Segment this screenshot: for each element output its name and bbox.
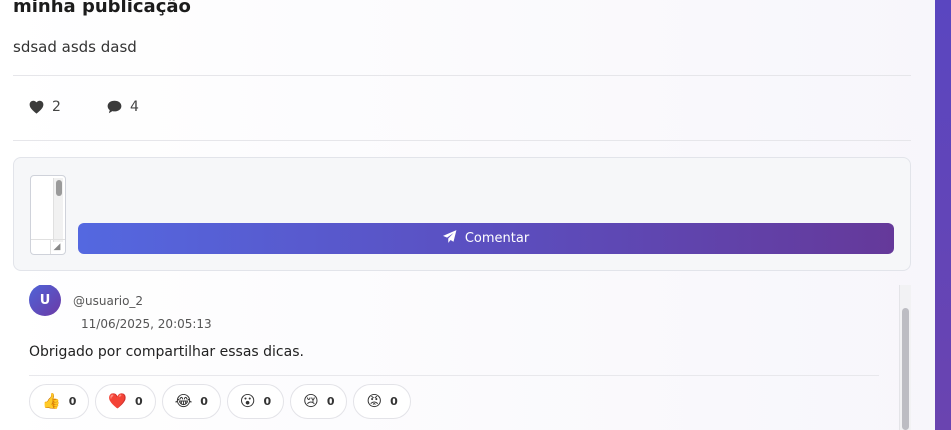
- red-heart-icon: ❤️: [108, 392, 128, 410]
- comment-textarea[interactable]: ◢: [30, 175, 66, 255]
- like-count: 2: [52, 99, 61, 115]
- submit-comment-label: Comentar: [464, 231, 530, 246]
- side-accent-bar: [935, 0, 951, 430]
- textarea-scroll-thumb[interactable]: [56, 180, 62, 196]
- comment-list-scroll-thumb[interactable]: [902, 308, 909, 430]
- reaction-wow-button[interactable]: 😮 0: [226, 384, 285, 419]
- reaction-count: 0: [68, 395, 77, 408]
- reaction-count: 0: [200, 395, 208, 408]
- comment-count: 4: [130, 99, 139, 115]
- resize-handle-icon[interactable]: ◢: [50, 241, 64, 253]
- reaction-angry-button[interactable]: 😡 0: [353, 384, 411, 419]
- thumbs-up-icon: 👍: [42, 392, 61, 410]
- reaction-count: 0: [326, 395, 335, 408]
- reaction-bar: 👍 0 ❤️ 0 😂 0 😮 0 😢 0 😡 0: [29, 384, 411, 419]
- textarea-border-line: [31, 239, 65, 240]
- reaction-laugh-button[interactable]: 😂 0: [161, 384, 221, 419]
- post-detail-page: minha publicação sdsad asds dasd 2 4 ◢ C…: [0, 0, 951, 430]
- reaction-count: 0: [135, 395, 143, 408]
- reaction-love-button[interactable]: ❤️ 0: [95, 384, 156, 419]
- comment-username[interactable]: @usuario_2: [73, 294, 143, 308]
- heart-icon: [29, 100, 44, 114]
- angry-face-icon: 😡: [366, 392, 383, 410]
- post-title: minha publicação: [13, 0, 191, 17]
- divider: [13, 140, 911, 141]
- reaction-like-button[interactable]: 👍 0: [29, 384, 90, 419]
- like-stat[interactable]: 2: [29, 99, 61, 115]
- comment-list-scrollbar[interactable]: [899, 285, 911, 430]
- avatar[interactable]: U: [29, 285, 61, 316]
- speech-bubble-icon: [107, 100, 122, 114]
- divider: [29, 375, 879, 376]
- comment-timestamp: 11/06/2025, 20:05:13: [81, 317, 212, 331]
- paper-plane-icon: [442, 230, 457, 247]
- reaction-sad-button[interactable]: 😢 0: [290, 384, 348, 419]
- surprised-face-icon: 😮: [239, 392, 256, 410]
- comment-stat[interactable]: 4: [107, 99, 139, 115]
- laughing-face-icon: 😂: [174, 392, 193, 410]
- reaction-count: 0: [263, 395, 272, 408]
- submit-comment-button[interactable]: Comentar: [78, 223, 894, 254]
- post-body: sdsad asds dasd: [13, 38, 137, 56]
- reaction-count: 0: [390, 395, 398, 408]
- divider: [13, 75, 911, 76]
- crying-face-icon: 😢: [303, 392, 319, 410]
- comment-list: U @usuario_2 11/06/2025, 20:05:13 Obriga…: [13, 285, 911, 430]
- comment-form: ◢ Comentar: [13, 157, 911, 271]
- textarea-scrollbar[interactable]: [53, 178, 63, 242]
- comment-text: Obrigado por compartilhar essas dicas.: [29, 344, 304, 360]
